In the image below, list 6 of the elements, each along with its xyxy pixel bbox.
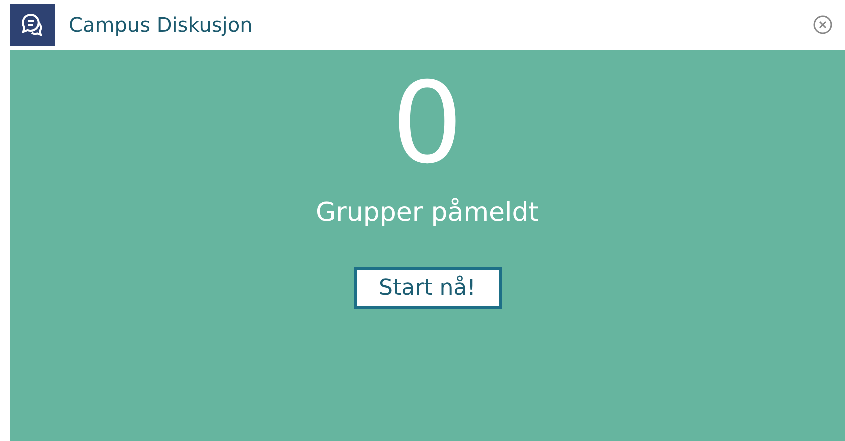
group-count: 0 bbox=[392, 68, 464, 180]
count-label: Grupper påmeldt bbox=[316, 197, 539, 230]
window-title: Campus Diskusjon bbox=[69, 12, 253, 39]
chat-bubbles-icon bbox=[10, 4, 55, 46]
close-icon[interactable] bbox=[813, 15, 833, 35]
start-button[interactable]: Start nå! bbox=[354, 267, 502, 309]
